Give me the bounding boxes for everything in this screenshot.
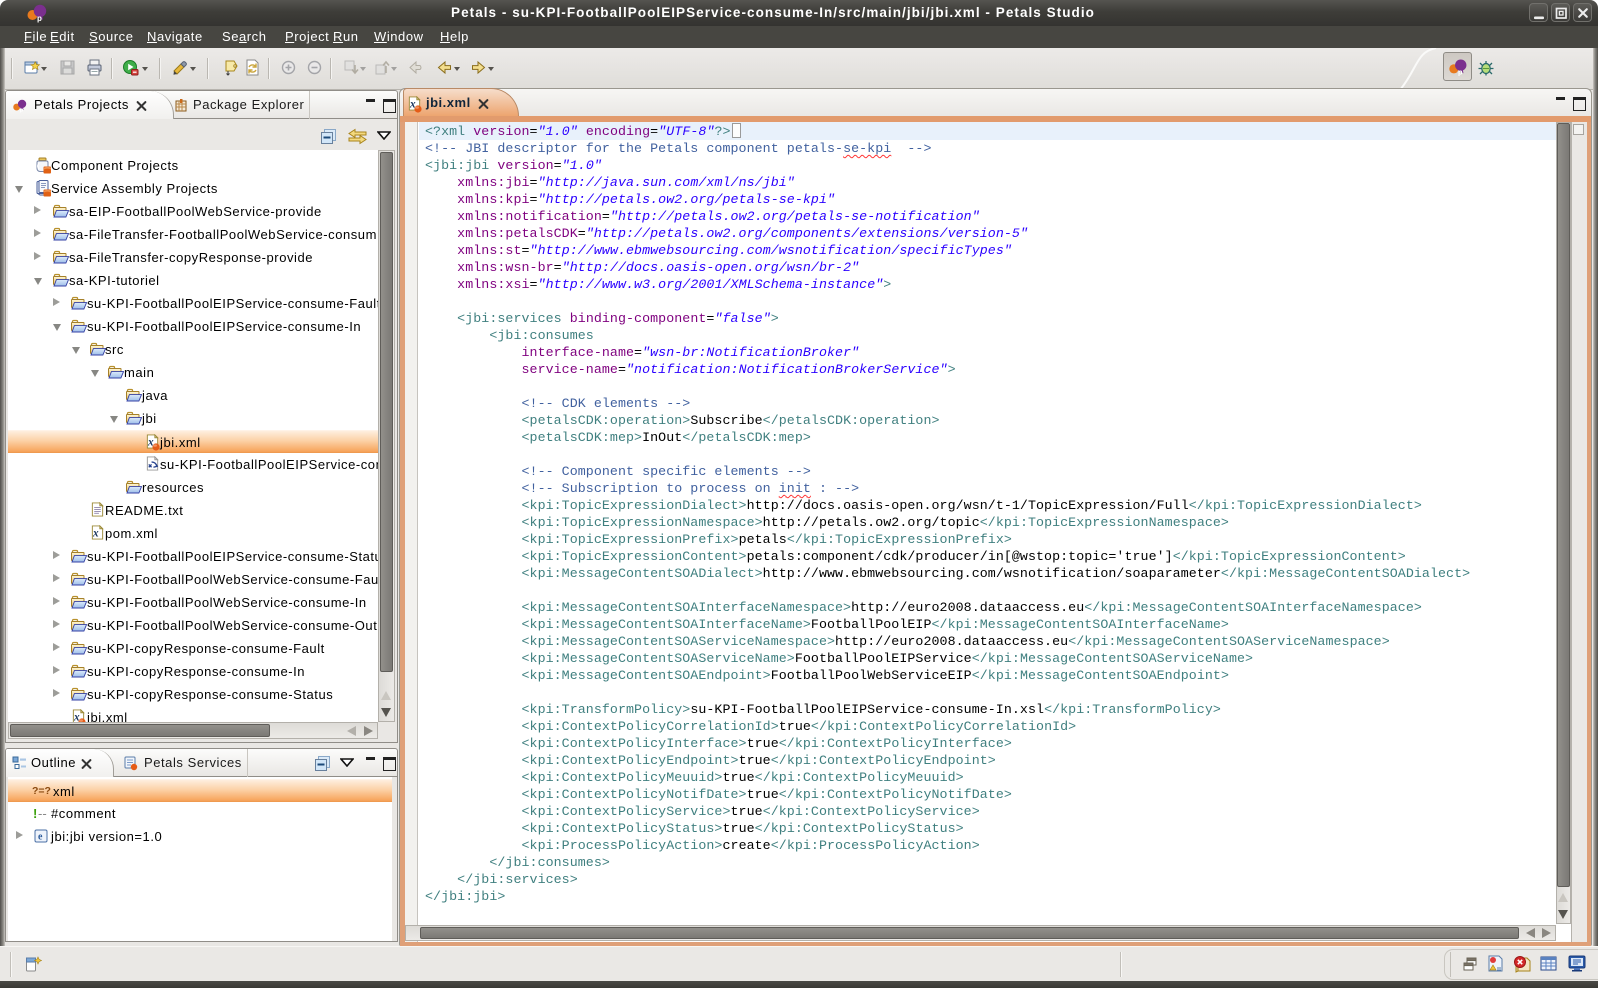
svg-text:e: e [38, 832, 43, 843]
svg-text:p: p [20, 107, 24, 113]
svg-text:p: p [1458, 67, 1463, 76]
